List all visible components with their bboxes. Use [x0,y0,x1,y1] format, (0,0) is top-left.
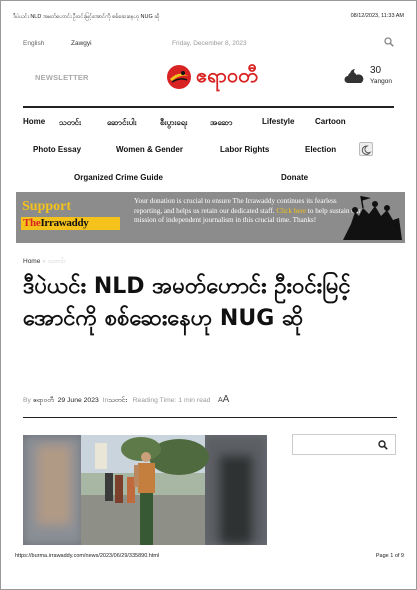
donation-banner[interactable]: Support TheIrrawaddy Your donation is cr… [16,192,405,243]
font-size-toggle[interactable]: AA [218,394,230,405]
nav-cartoon[interactable]: Cartoon [315,117,346,126]
nav-election[interactable]: Election [305,145,336,154]
article-photo-image [23,435,267,545]
search-icon[interactable] [378,440,388,450]
protest-silhouette-icon [343,195,402,240]
breadcrumb-separator: » [42,258,46,265]
nav-lifestyle[interactable]: Lifestyle [262,117,294,126]
meta-divider [23,417,397,418]
nav-news[interactable]: သတင်း [59,117,81,129]
nav-organized-crime-guide[interactable]: Organized Crime Guide [74,173,163,182]
banner-brand-irrawaddy: Irrawaddy [40,217,89,229]
logo-mark-icon [167,65,191,89]
weather-widget: 30 Yangon [344,65,392,85]
banner-click-here-link[interactable]: Click here [276,207,306,215]
nav-home[interactable]: Home [23,117,45,126]
cloud-moon-icon [344,69,364,83]
nav-economy[interactable]: စီးပွားရေး [160,117,187,129]
breadcrumb-current[interactable]: သတင်း [48,258,66,265]
newsletter-link[interactable]: NEWSLETTER [35,73,89,82]
site-logo[interactable]: ဧရာဝတီ [166,62,258,92]
nav-women-gender[interactable]: Women & Gender [116,145,183,154]
nav-top-rule [23,106,394,108]
breadcrumb: Home » သတင်း [23,258,65,267]
print-footer: https://burma.irrawaddy.com/news/2023/06… [15,553,404,559]
meta-author[interactable]: ဧရာဝတီ [33,397,54,404]
article-headline: ဒီပဲယင်း NLD အမတ်ဟောင်း ဦးဝင်းမြင့်အောင်… [23,274,351,331]
meta-reading-time: Reading Time: 1 min read [132,397,211,404]
weather-location: Yangon [370,78,392,85]
meta-by: By [23,397,31,404]
logo-wordmark: ဧရာဝတီ [196,63,258,87]
top-bar: English Zawgyi Friday, December 8, 2023 [23,37,394,49]
nav-donate[interactable]: Donate [281,173,308,182]
language-english-link[interactable]: English [23,40,71,47]
print-page-number: Page 1 of 9 [375,553,404,559]
print-header: ဒီပဲယင်း NLD အမတ်ဟောင်း ဦးဝင်းမြင့်အောင်… [13,13,404,21]
dark-mode-toggle[interactable] [359,142,373,156]
print-title: ဒီပဲယင်း NLD အမတ်ဟောင်း ဦးဝင်းမြင့်အောင်… [13,14,160,20]
banner-support-text: Support [22,199,72,214]
article-photo [23,435,267,545]
banner-brand-the: The [23,217,41,229]
banner-brand-text: TheIrrawaddy [23,217,89,229]
moon-icon [361,145,372,155]
nav-more[interactable]: အဆော [210,117,232,129]
current-date: Friday, December 8, 2023 [172,39,247,47]
language-zawgyi-link[interactable]: Zawgyi [71,40,92,47]
meta-category[interactable]: သတင်း [108,397,127,404]
nav-articles[interactable]: ဆောင်းပါး [107,117,137,129]
meta-date: 29 June 2023 [57,397,99,404]
search-icon[interactable] [384,37,394,47]
page: ဒီပဲယင်း NLD အမတ်ဟောင်း ဦးဝင်းမြင့်အောင်… [0,0,417,590]
print-url: https://burma.irrawaddy.com/news/2023/06… [15,553,160,559]
nav-photo-essay[interactable]: Photo Essay [33,145,81,154]
sidebar-search-input[interactable] [292,434,396,455]
banner-message: Your donation is crucial to ensure The I… [134,197,364,226]
article-meta: By ဧရာဝတီ 29 June 2023 Inသတင်း Reading T… [23,394,229,406]
font-size-large[interactable]: A [223,394,230,405]
nav-labor-rights[interactable]: Labor Rights [220,145,269,154]
breadcrumb-home[interactable]: Home [23,258,40,265]
print-datetime: 08/12/2023, 11:33 AM [350,13,404,19]
weather-temperature: 30 [370,65,382,76]
